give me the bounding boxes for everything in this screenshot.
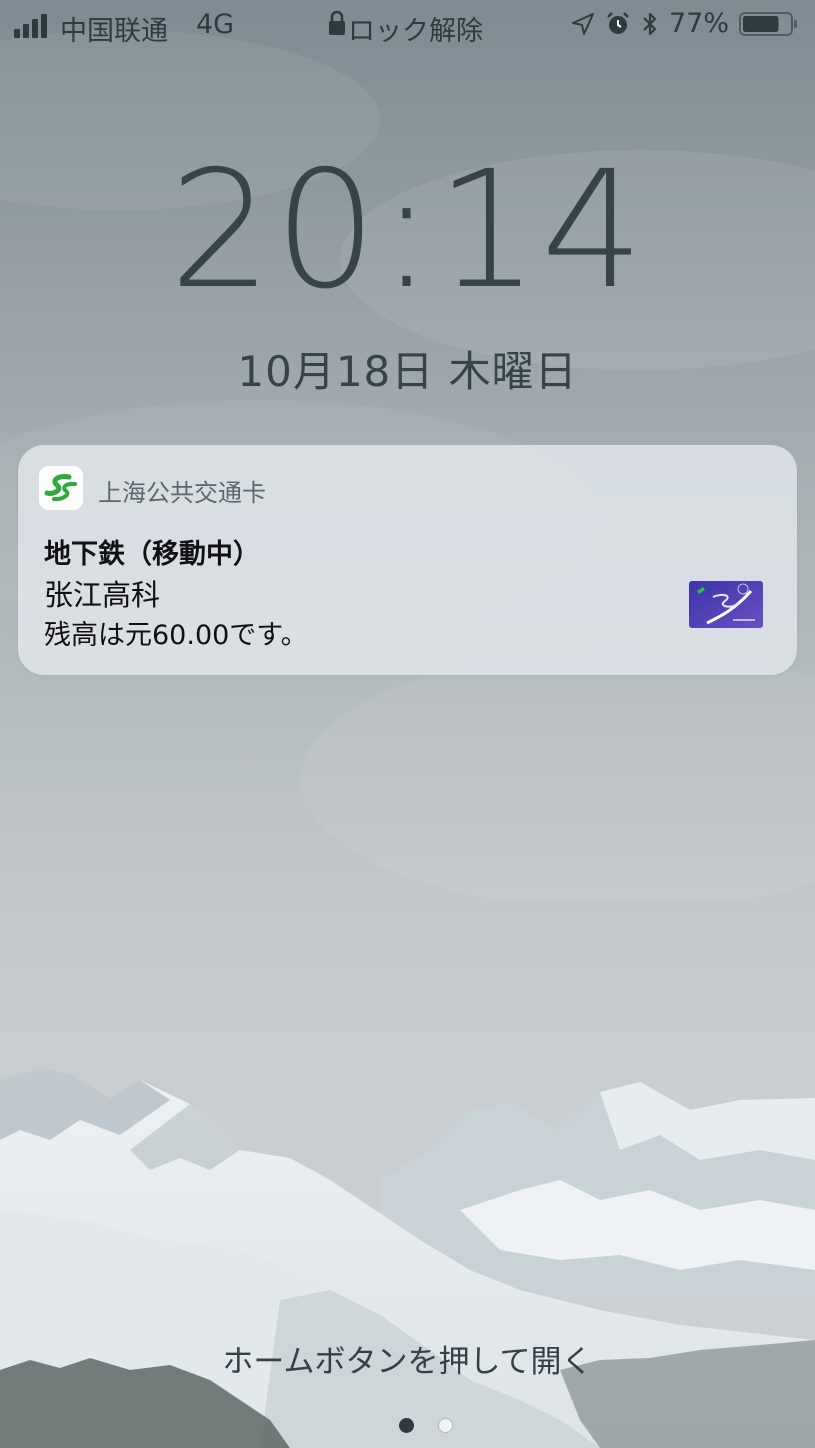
- signal-icon: [14, 12, 54, 38]
- lock-label: ロック解除: [348, 16, 483, 47]
- carrier-name: 中国联通: [60, 16, 168, 47]
- lock-icon: [329, 10, 345, 35]
- notification-app-name: 上海公共交通卡: [98, 479, 266, 507]
- network-type: 4G: [196, 9, 235, 40]
- battery-icon: [739, 11, 797, 36]
- transit-card-app-icon: [39, 466, 83, 510]
- notification-balance: 残高は元60.00です。: [44, 620, 308, 651]
- alarm-icon: [607, 11, 629, 34]
- status-bar: 中国联通 4G ロック解除 77%: [0, 0, 815, 54]
- battery-percent: 77%: [668, 8, 729, 39]
- notification-station: 张江高科: [44, 578, 161, 612]
- lock-screen-date: 10月18日 木曜日: [237, 347, 578, 396]
- status-indicators: 77%: [571, 8, 799, 39]
- lock-screen-time: 20:14: [169, 137, 646, 325]
- page-indicator: [0, 1416, 815, 1436]
- lock-status: ロック解除: [328, 9, 483, 48]
- page-dot-active: [399, 1418, 414, 1433]
- press-home-to-unlock-hint: ホームボタンを押して開く: [222, 1344, 593, 1380]
- camera-icon[interactable]: [438, 1418, 453, 1433]
- location-icon: [571, 12, 594, 35]
- notification-card[interactable]: 上海公共交通卡 地下鉄（移動中） 张江高科 残高は元60.00です。: [18, 445, 797, 675]
- wallpaper-mountains: [0, 1068, 815, 1448]
- bluetooth-icon: [643, 12, 657, 35]
- transit-card-thumbnail: [689, 581, 763, 628]
- notification-title: 地下鉄（移動中）: [44, 539, 260, 570]
